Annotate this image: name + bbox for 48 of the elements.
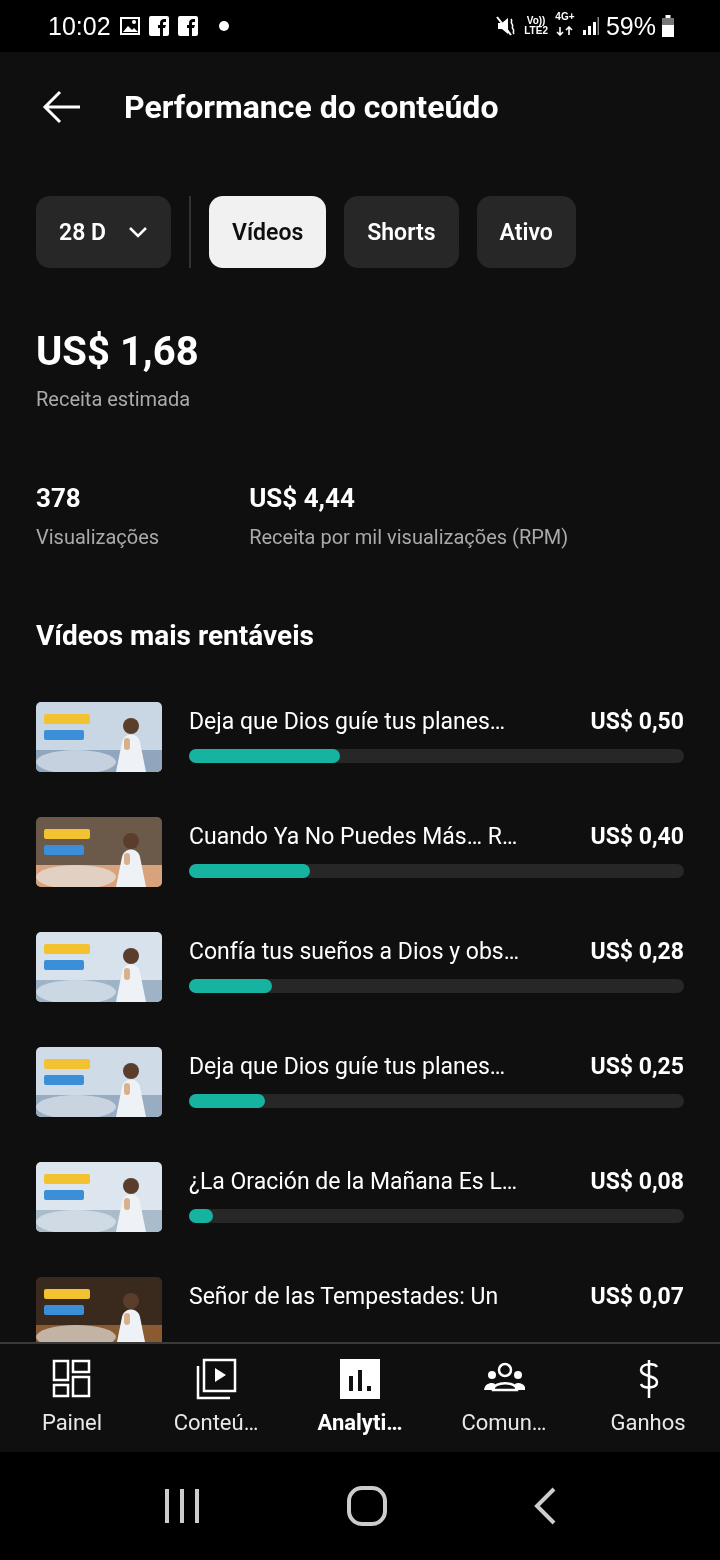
battery-percent: 59%	[605, 11, 656, 41]
revenue-amount: US$ 0,40	[590, 823, 684, 850]
battery-icon	[662, 15, 674, 37]
video-title[interactable]: Deja que Dios guíe tus planes…	[189, 708, 506, 735]
video-title[interactable]: Señor de las Tempestades: Un	[189, 1283, 499, 1310]
video-title[interactable]: Deja que Dios guíe tus planes…	[189, 1053, 506, 1080]
stat-value: US$ 4,44	[249, 483, 356, 513]
network-label: 4G+	[554, 12, 576, 22]
revenue-amount: US$ 0,08	[590, 1168, 684, 1195]
back-arrow-icon[interactable]	[42, 90, 82, 124]
video-title[interactable]: Confía tus sueños a Dios y obs…	[189, 938, 520, 965]
signal-icon	[581, 16, 600, 36]
facebook-icon	[177, 16, 198, 36]
nav-tab[interactable]: Comun…	[440, 1344, 568, 1452]
revenue-amount: US$ 0,50	[590, 708, 684, 735]
stat-value: 378	[36, 483, 82, 513]
facebook-icon	[148, 16, 169, 36]
revenue-amount: US$ 0,25	[590, 1053, 684, 1080]
section-title: Vídeos mais rentáveis	[36, 619, 315, 652]
stat-label: Receita por mil visualizações (RPM)	[249, 525, 569, 549]
volte-label: Vo))	[526, 16, 546, 26]
video-title[interactable]: Cuando Ya No Puedes Más… R…	[189, 823, 518, 850]
nav-tab[interactable]: Ganhos	[584, 1344, 712, 1452]
bar-chart-icon	[339, 1358, 381, 1400]
recent-apps-icon[interactable]	[163, 1489, 200, 1523]
play-stack-icon	[195, 1358, 237, 1400]
revenue-amount: US$ 0,28	[590, 938, 684, 965]
image-icon	[119, 17, 140, 35]
period-dropdown[interactable]: 28 D	[36, 196, 171, 268]
filter-tab[interactable]: Ativo	[476, 196, 576, 268]
nav-tab[interactable]: Conteú…	[152, 1344, 280, 1452]
revenue-amount: US$ 0,07	[590, 1283, 684, 1310]
clock: 10:02	[48, 11, 111, 41]
filter-tab[interactable]: Vídeos	[209, 196, 327, 268]
video-title[interactable]: ¿La Oración de la Mañana Es L…	[189, 1168, 518, 1195]
stat-label: Visualizações	[36, 525, 160, 549]
chevron-down-icon	[128, 226, 148, 238]
home-icon[interactable]	[347, 1486, 387, 1526]
nav-tab[interactable]: Painel	[8, 1344, 136, 1452]
filter-tab[interactable]: Shorts	[344, 196, 459, 268]
back-icon[interactable]	[534, 1487, 557, 1525]
revenue-label: Receita estimada	[36, 387, 192, 411]
page-title: Performance do conteúdo	[124, 88, 499, 126]
nav-tab[interactable]: Analyti…	[296, 1344, 424, 1452]
notification-dot-icon	[218, 21, 229, 31]
revenue-value: US$ 1,68	[36, 328, 200, 375]
lte-label: LTE2	[524, 26, 548, 36]
dashboard-icon	[51, 1358, 93, 1400]
